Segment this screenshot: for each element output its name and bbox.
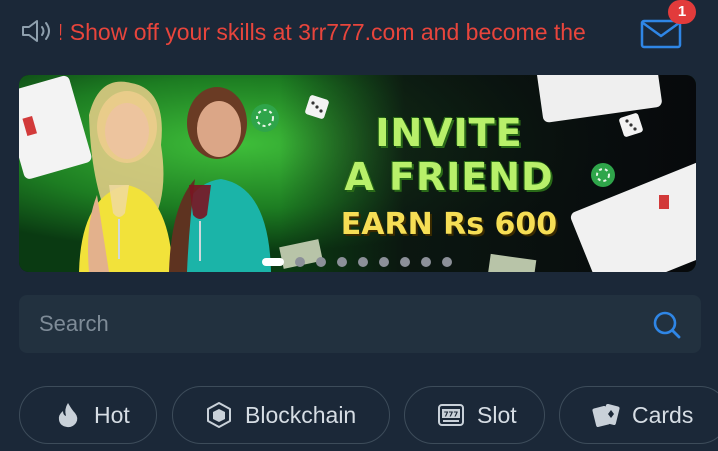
banner-title-line-2: A FRIEND [344,155,554,199]
svg-text:777: 777 [444,411,459,419]
carousel-dot[interactable] [262,258,284,266]
cards-icon [592,403,620,427]
inbox-badge: 1 [668,0,696,24]
slot-machine-icon: 777 [438,404,464,426]
carousel-dot[interactable] [295,257,305,267]
search-bar [19,295,701,353]
banner-title: INVITE A FRIEND [319,111,579,199]
carousel-dot[interactable] [316,257,326,267]
search-icon[interactable] [651,309,683,341]
tab-cards[interactable]: Cards [559,386,718,444]
notice-bar: ! Show off your skills at 3rr777.com and… [0,0,718,64]
carousel-indicators [262,257,452,267]
banner-subtitle: EARN Rs 600 [340,207,558,242]
tab-slot-label: Slot [477,401,517,428]
search-input[interactable] [39,295,639,353]
tab-blockchain[interactable]: Blockchain [172,386,390,444]
notice-marquee[interactable]: ! Show off your skills at 3rr777.com and… [60,14,630,50]
promo-banner[interactable]: INVITE A FRIEND EARN Rs 600 [19,75,696,272]
tab-slot[interactable]: 777 Slot [404,386,545,444]
cube-icon [207,402,231,428]
carousel-dot[interactable] [358,257,368,267]
tab-blockchain-label: Blockchain [245,401,357,428]
carousel-dot[interactable] [442,257,452,267]
carousel-dot[interactable] [421,257,431,267]
banner-title-line-1: INVITE [375,111,523,155]
tab-hot-label: Hot [94,401,130,428]
carousel-dot[interactable] [379,257,389,267]
speaker-icon[interactable] [20,18,54,44]
carousel-dot[interactable] [400,257,410,267]
tab-hot[interactable]: Hot [19,386,157,444]
flame-icon [58,403,78,428]
notice-text: ! Show off your skills at 3rr777.com and… [60,19,586,45]
carousel-dot[interactable] [337,257,347,267]
tab-cards-label: Cards [632,401,694,428]
